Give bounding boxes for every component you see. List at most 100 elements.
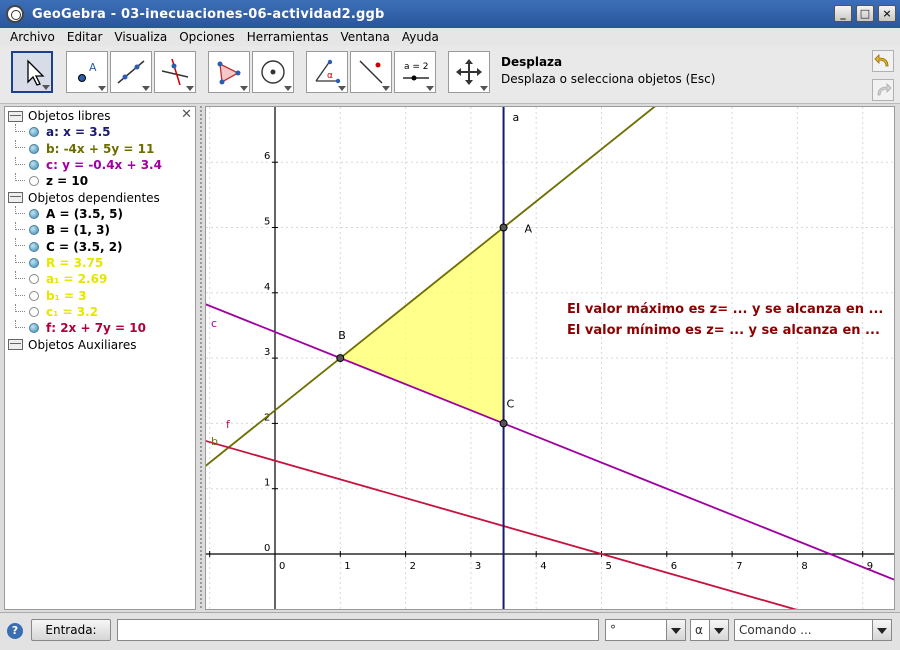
menu-editar[interactable]: Editar (61, 30, 109, 44)
tree-branch (15, 271, 25, 280)
new-point-icon: A (78, 61, 97, 82)
label-a: a (513, 111, 520, 124)
x-tick-label: 3 (475, 561, 481, 572)
hidden-toggle-icon[interactable] (29, 274, 39, 285)
hidden-toggle-icon[interactable] (29, 290, 39, 301)
folder-free-objects[interactable]: Objetos libres (5, 108, 195, 124)
menu-visualiza[interactable]: Visualiza (108, 30, 173, 44)
algebra-object-row[interactable]: f: 2x + 7y = 10 (5, 320, 195, 336)
folder-icon (8, 192, 23, 204)
algebra-object-text: z = 10 (46, 174, 89, 189)
menu-opciones[interactable]: Opciones (173, 30, 241, 44)
algebra-object-text: R = 3.75 (46, 255, 104, 270)
algebra-object-text: A = (3.5, 5) (46, 206, 124, 221)
window-title: GeoGebra - 03-inecuaciones-06-actividad2… (32, 6, 385, 22)
move-tool-button[interactable] (11, 51, 53, 93)
input-label-button[interactable]: Entrada: (31, 619, 111, 641)
x-tick-label: 5 (606, 561, 612, 572)
visible-toggle-icon[interactable] (29, 241, 39, 252)
angle-icon: α (315, 59, 341, 84)
folder-icon (8, 339, 23, 351)
point-B (336, 354, 345, 363)
circle-tool-button[interactable] (252, 51, 294, 93)
tree-branch (15, 124, 25, 132)
visible-toggle-icon[interactable] (29, 208, 39, 219)
y-tick-label: 1 (264, 478, 270, 489)
algebra-object-row[interactable]: a: x = 3.5 (5, 124, 195, 140)
text-max-value: El valor máximo es z= ... y se alcanza e… (567, 302, 883, 317)
algebra-object-row[interactable]: b₁ = 3 (5, 287, 195, 304)
move-graphics-tool-button[interactable] (448, 51, 490, 93)
algebra-object-row[interactable]: C = (3.5, 2) (5, 238, 195, 254)
polygon-tool-button[interactable] (208, 51, 250, 93)
algebra-object-row[interactable]: A = (3.5, 5) (5, 205, 195, 222)
graphics-canvas[interactable]: 0 1 2 3 4 5 6 7 8 90123456aABCcfbEl valor máximo … (206, 107, 895, 610)
algebra-object-row[interactable]: c: y = -0.4x + 3.4 (5, 156, 195, 173)
visible-toggle-icon[interactable] (29, 323, 39, 334)
angle-tool-button[interactable]: α (306, 51, 348, 93)
move-graphics-view-icon (456, 59, 482, 85)
line-f (206, 440, 798, 609)
undo-button[interactable] (872, 50, 894, 72)
feasible-region (340, 227, 504, 424)
algebra-object-row[interactable]: c₁ = 3.2 (5, 303, 195, 320)
algebra-object-row[interactable]: a₁ = 2.69 (5, 271, 195, 287)
help-icon[interactable]: ? (7, 623, 23, 639)
minimize-button[interactable]: _ (834, 5, 852, 22)
input-field[interactable] (117, 619, 599, 641)
visible-toggle-icon[interactable] (29, 159, 39, 170)
algebra-object-text: C = (3.5, 2) (46, 239, 123, 254)
reflect-tool-button[interactable] (350, 51, 392, 93)
visible-toggle-icon[interactable] (29, 127, 39, 138)
greek-dropdown-icon[interactable] (709, 619, 729, 641)
algebra-object-row[interactable]: z = 10 (5, 173, 195, 189)
graphics-view[interactable]: 0 1 2 3 4 5 6 7 8 9 0 1 2 3 4 5 6 a A B Cc f b El valor máximo … (205, 106, 895, 610)
algebra-object-row[interactable]: R = 3.75 (5, 254, 195, 271)
algebra-object-row[interactable]: B = (1, 3) (5, 221, 195, 238)
point-tool-button[interactable]: A (66, 51, 108, 93)
text-min-value: El valor mínimo es z= ... y se alcanza e… (567, 323, 880, 338)
tool-help: Desplaza Desplaza o selecciona objetos (… (501, 55, 715, 86)
title-bar: GeoGebra - 03-inecuaciones-06-actividad2… (0, 0, 900, 28)
menu-archivo[interactable]: Archivo (4, 30, 61, 44)
maximize-button[interactable]: □ (856, 5, 874, 22)
command-dropdown-icon[interactable] (872, 619, 892, 641)
point-C (499, 419, 508, 428)
algebra-object-text: b₁ = 3 (46, 288, 87, 303)
hidden-toggle-icon[interactable] (29, 176, 39, 187)
visible-toggle-icon[interactable] (29, 143, 39, 154)
redo-button[interactable] (872, 79, 894, 101)
hidden-toggle-icon[interactable] (29, 307, 39, 318)
tree-branch (15, 320, 25, 329)
visible-toggle-icon[interactable] (29, 225, 39, 236)
menu-ayuda[interactable]: Ayuda (396, 30, 445, 44)
folder-dependent-objects[interactable]: Objetos dependientes (5, 190, 195, 206)
menu-ventana[interactable]: Ventana (335, 30, 396, 44)
algebra-object-text: f: 2x + 7y = 10 (46, 321, 146, 336)
algebra-object-text: a: x = 3.5 (46, 125, 111, 140)
input-bar: ? Entrada: ° α Comando ... (0, 612, 900, 650)
perpendicular-tool-button[interactable] (154, 51, 196, 93)
close-button[interactable]: × (878, 5, 896, 22)
menu-herramientas[interactable]: Herramientas (241, 30, 335, 44)
x-tick-label: 1 (344, 561, 350, 572)
slider-icon: a = 2 (403, 62, 429, 81)
slider-tool-button[interactable]: a = 2 (394, 51, 436, 93)
folder-auxiliary-objects[interactable]: Objetos Auxiliares (5, 337, 195, 353)
x-tick-label: 7 (736, 561, 742, 572)
line-tool-button[interactable] (110, 51, 152, 93)
greek-select[interactable]: α (690, 619, 710, 641)
algebra-object-row[interactable]: b: -4x + 5y = 11 (5, 140, 195, 156)
y-tick-label: 0 (264, 543, 270, 554)
visible-toggle-icon[interactable] (29, 257, 39, 268)
toolbar: A α a = 2 Desplaza Desplaza o selecciona… (0, 46, 900, 104)
symbol-dropdown-icon[interactable] (666, 619, 686, 641)
tree-branch (15, 156, 25, 165)
x-tick-label: 0 (279, 561, 285, 572)
tool-name: Desplaza (501, 55, 563, 69)
view-splitter[interactable] (198, 106, 204, 610)
symbol-select[interactable]: ° (605, 619, 667, 641)
x-tick-label: 8 (801, 561, 807, 572)
command-select[interactable]: Comando ... (734, 619, 873, 641)
tree-branch (15, 303, 25, 312)
